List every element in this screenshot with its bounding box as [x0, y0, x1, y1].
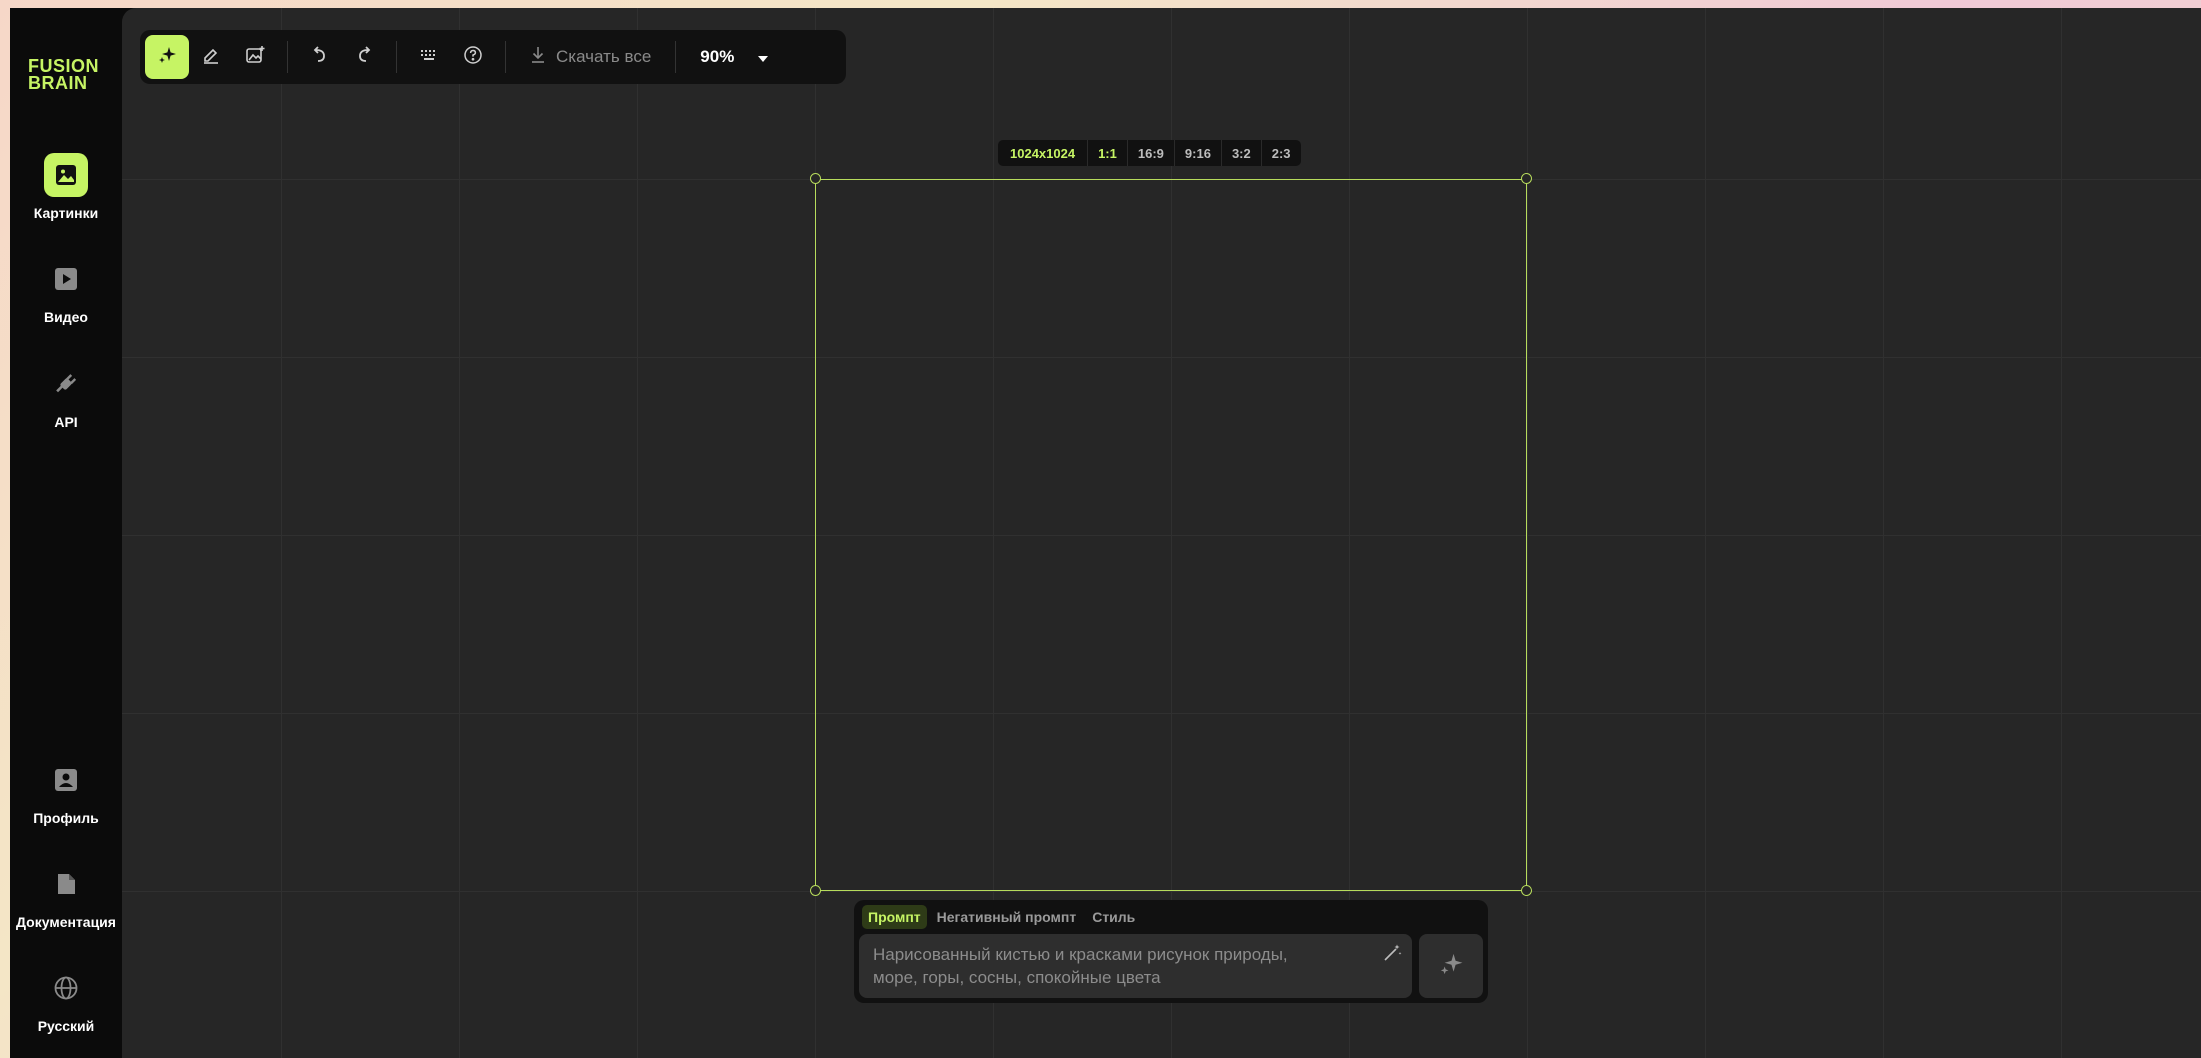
- ratio-1-1-button[interactable]: 1:1: [1087, 140, 1127, 166]
- tab-prompt[interactable]: Промпт: [862, 905, 927, 929]
- sidebar-item-label: Видео: [44, 309, 88, 325]
- generation-frame[interactable]: [815, 179, 1527, 891]
- sparkle-icon: [1437, 950, 1465, 983]
- toolbar-divider: [396, 41, 397, 73]
- profile-icon: [44, 758, 88, 802]
- sparkle-icon: [156, 44, 178, 71]
- help-button[interactable]: [451, 35, 495, 79]
- image-icon: [44, 153, 88, 197]
- toolbar-divider: [505, 41, 506, 73]
- ratio-3-2-button[interactable]: 3:2: [1220, 140, 1261, 166]
- image-edit-icon: [245, 45, 265, 70]
- play-icon: [44, 257, 88, 301]
- canvas-size-label: 1024x1024: [1010, 145, 1076, 161]
- keyboard-shortcuts-button[interactable]: [407, 35, 451, 79]
- toolbar-divider: [675, 41, 677, 73]
- prompt-placeholder-line2: море, горы, сосны, спокойные цвета: [873, 968, 1161, 987]
- sidebar-item-docs[interactable]: Документация: [10, 862, 122, 930]
- download-all-button[interactable]: Скачать все: [516, 46, 665, 69]
- ratio-2-3-button[interactable]: 2:3: [1260, 140, 1301, 166]
- globe-icon: [44, 966, 88, 1010]
- tab-negative-prompt[interactable]: Негативный промпт: [931, 905, 1083, 929]
- resize-handle-top-left[interactable]: [810, 173, 821, 184]
- sidebar-item-label: Документация: [16, 914, 116, 930]
- sidebar-item-video[interactable]: Видео: [10, 257, 122, 325]
- plug-icon: [44, 362, 88, 406]
- chevron-down-icon: [758, 47, 769, 67]
- resize-handle-bottom-right[interactable]: [1521, 885, 1532, 896]
- sidebar-item-language[interactable]: Русский: [10, 966, 122, 1034]
- brand-logo[interactable]: FUSION BRAIN: [28, 57, 99, 93]
- document-icon: [44, 862, 88, 906]
- undo-icon: [310, 45, 330, 70]
- tab-style[interactable]: Стиль: [1086, 905, 1141, 929]
- eraser-tool-button[interactable]: [189, 35, 233, 79]
- generate-tool-button[interactable]: [145, 35, 189, 79]
- sidebar-item-label: API: [54, 414, 78, 430]
- zoom-select[interactable]: 90%: [686, 47, 782, 67]
- prompt-placeholder-line1: Нарисованный кистью и красками рисунок п…: [873, 945, 1288, 964]
- sidebar-item-label: Профиль: [33, 810, 99, 826]
- magic-wand-icon[interactable]: [1382, 943, 1402, 969]
- sidebar-item-profile[interactable]: Профиль: [10, 758, 122, 826]
- download-icon: [530, 46, 546, 69]
- toolbar: Скачать все 90%: [140, 30, 846, 84]
- generate-button[interactable]: [1419, 934, 1483, 998]
- keyboard-icon: [419, 48, 439, 67]
- sidebar-item-images[interactable]: Картинки: [10, 153, 122, 221]
- download-all-label: Скачать все: [556, 47, 652, 66]
- redo-icon: [354, 45, 374, 70]
- sidebar-item-api[interactable]: API: [10, 362, 122, 430]
- brand-line2: BRAIN: [28, 73, 88, 93]
- eraser-icon: [201, 45, 221, 70]
- image-edit-tool-button[interactable]: [233, 35, 277, 79]
- toolbar-divider: [287, 41, 288, 73]
- sidebar-item-label: Русский: [37, 1018, 95, 1034]
- zoom-value: 90%: [700, 47, 735, 66]
- undo-button[interactable]: [298, 35, 342, 79]
- resize-handle-top-right[interactable]: [1521, 173, 1532, 184]
- prompt-tabs: Промпт Негативный промпт Стиль: [862, 905, 1141, 929]
- aspect-ratio-bar: 1024x1024 1:1 16:9 9:16 3:2 2:3: [998, 140, 1301, 166]
- prompt-panel: Промпт Негативный промпт Стиль Нарисован…: [854, 900, 1488, 1003]
- sidebar-item-label: Картинки: [33, 205, 99, 221]
- redo-button[interactable]: [342, 35, 386, 79]
- ratio-9-16-button[interactable]: 9:16: [1173, 140, 1221, 166]
- resize-handle-bottom-left[interactable]: [810, 885, 821, 896]
- sidebar: FUSION BRAIN Картинки Видео API Профиль …: [10, 8, 122, 1058]
- prompt-input[interactable]: Нарисованный кистью и красками рисунок п…: [859, 934, 1412, 998]
- ratio-16-9-button[interactable]: 16:9: [1126, 140, 1174, 166]
- help-icon: [463, 45, 483, 70]
